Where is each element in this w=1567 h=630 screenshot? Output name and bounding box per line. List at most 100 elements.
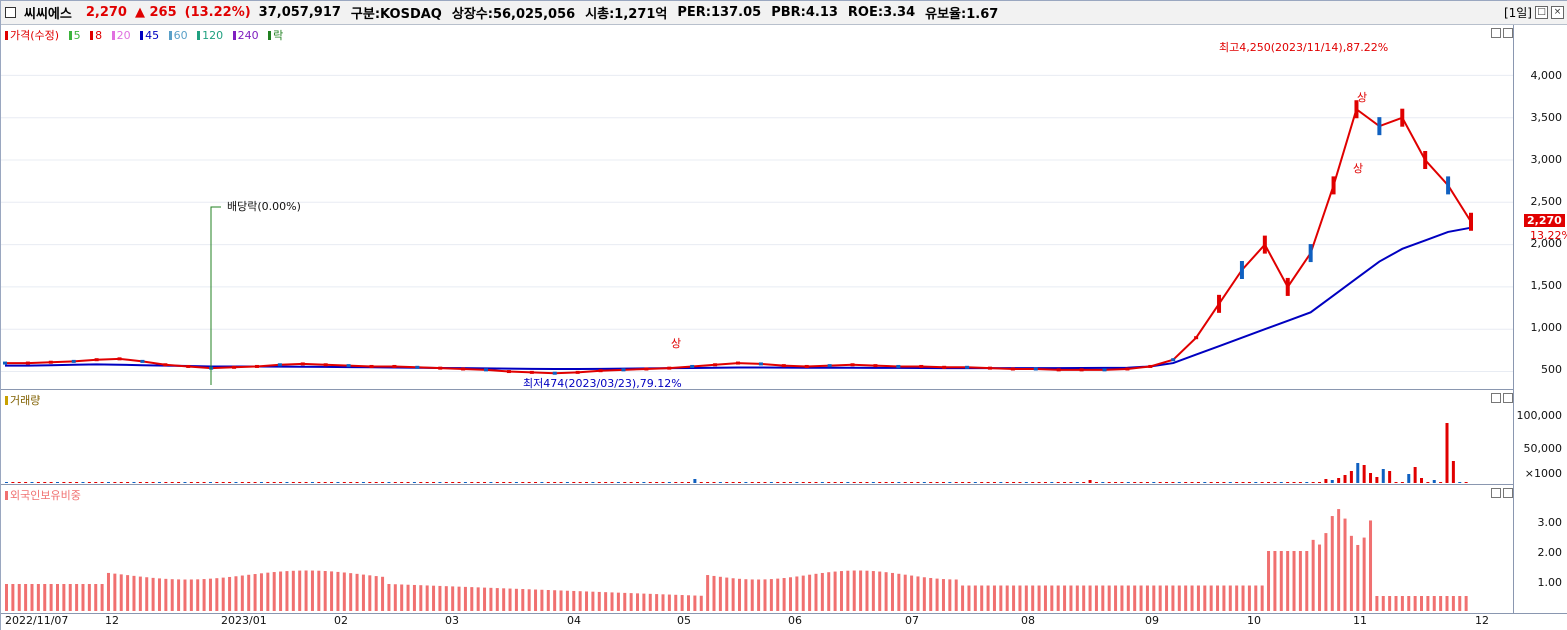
foreign-ratio-bar: [208, 578, 212, 611]
period-selector[interactable]: [1일]: [1504, 4, 1532, 21]
volume-bar: [534, 482, 538, 483]
volume-bar: [1043, 482, 1047, 483]
volume-plot[interactable]: [1, 390, 1513, 485]
foreign-ratio-bar: [336, 571, 340, 611]
foreign-ratio-bar: [228, 576, 232, 611]
volume-bar: [572, 482, 576, 483]
candle: [598, 369, 603, 373]
candle: [1148, 364, 1153, 368]
volume-bar: [578, 482, 582, 483]
volume-bar: [553, 482, 557, 483]
foreign-ratio-bar: [285, 571, 289, 611]
foreign-ratio-bar: [438, 585, 442, 611]
foreign-ratio-bar: [1043, 585, 1047, 611]
volume-bar: [706, 482, 710, 483]
foreign-ratio-bar: [177, 579, 181, 611]
volume-bar: [393, 482, 397, 483]
foreign-ratio-bar: [642, 593, 646, 611]
volume-bar: [725, 482, 729, 483]
foreign-ratio-bar: [585, 591, 589, 611]
foreign-ratio-bar: [1133, 585, 1137, 611]
volume-bar: [374, 482, 378, 483]
ma45-line: [5, 226, 1472, 370]
candle: [644, 367, 649, 371]
candle: [1446, 176, 1451, 195]
price-y-axis[interactable]: 4,000 3,500 3,000 2,500 2,000 1,500 1,00…: [1513, 25, 1567, 390]
foreign-ratio-bar: [680, 595, 684, 611]
volume-bar: [183, 482, 187, 483]
y-tick: 1,000: [1530, 321, 1563, 334]
volume-bar: [170, 482, 174, 483]
volume-bar: [272, 482, 276, 483]
foreign-ratio-bar: [852, 570, 856, 611]
foreign-ratio-bar: [1286, 551, 1290, 611]
volume-bar: [1286, 482, 1290, 483]
volume-bar: [1369, 473, 1373, 483]
candle: [48, 360, 53, 364]
candle: [71, 359, 76, 363]
volume-bar: [827, 482, 831, 483]
current-price-tag: 2,270: [1524, 214, 1565, 227]
candle: [1194, 336, 1199, 340]
foreign-plot[interactable]: [1, 485, 1513, 613]
foreign-y-axis[interactable]: 3.00 2.00 1.00: [1513, 485, 1567, 613]
candle: [1125, 367, 1130, 371]
price-change: ▲ 265: [134, 5, 177, 20]
volume-bar: [629, 482, 633, 483]
x-tick: 05: [677, 614, 691, 627]
candle: [300, 362, 305, 366]
volume-bar: [903, 482, 907, 483]
volume-bar: [208, 482, 212, 483]
volume-bar: [674, 482, 678, 483]
foreign-ratio-bar: [514, 588, 518, 611]
volume-y-axis[interactable]: 100,000 50,000 ×1000: [1513, 390, 1567, 485]
volume-bar: [94, 482, 98, 483]
volume-bar: [636, 482, 640, 483]
volume-bar: [782, 482, 786, 483]
x-axis[interactable]: 2022/11/07 12 2023/01 02 03 04 05 06 07 …: [1, 613, 1567, 630]
foreign-ratio-bar: [725, 577, 729, 611]
candle: [1469, 212, 1473, 231]
foreign-ratio-bar: [1037, 585, 1041, 611]
close-icon[interactable]: ×: [1551, 6, 1564, 19]
volume-bar: [87, 482, 91, 483]
volume-bar: [1267, 482, 1271, 483]
volume-bar: [266, 482, 270, 483]
foreign-ratio-bar: [1337, 509, 1341, 611]
foreign-ratio-bar: [948, 579, 952, 611]
foreign-ratio-bar: [661, 594, 665, 611]
volume-bar: [1184, 482, 1188, 483]
volume-pane[interactable]: 거래량: [1, 390, 1513, 485]
foreign-ratio-bar: [935, 578, 939, 611]
volume-bar: [1120, 482, 1124, 483]
foreign-ratio-bar: [94, 584, 98, 611]
candle: [713, 363, 718, 367]
foreign-ratio-bar: [999, 585, 1003, 611]
stock-name[interactable]: 씨씨에스: [24, 3, 72, 22]
candle: [850, 363, 855, 367]
select-checkbox[interactable]: [5, 7, 16, 18]
price-pane[interactable]: 가격(수정) 5 8 20 45 60 120 240 락 최고4,250(20…: [1, 25, 1513, 390]
foreign-ratio-bar: [1158, 585, 1162, 611]
volume-bar: [1458, 482, 1462, 483]
volume-bar: [1107, 482, 1111, 483]
foreign-ratio-bar: [342, 572, 346, 611]
volume-bar: [718, 482, 722, 483]
maximize-icon[interactable]: □: [1535, 6, 1548, 19]
foreign-ratio-bar: [145, 577, 149, 611]
foreign-ratio-bar: [814, 573, 818, 611]
foreign-ownership-pane[interactable]: 외국인보유비중: [1, 485, 1513, 613]
foreign-ratio-bar: [674, 594, 678, 611]
volume-bar: [438, 482, 442, 483]
volume-bar: [470, 482, 474, 483]
volume-bar: [954, 482, 958, 483]
foreign-ratio-bar: [878, 571, 882, 611]
foreign-ratio-bar: [795, 576, 799, 611]
volume-bar: [795, 482, 799, 483]
x-tick: 08: [1021, 614, 1035, 627]
foreign-ratio-bar: [980, 585, 984, 611]
volume-bar: [1420, 478, 1424, 483]
foreign-ratio-bar: [1305, 551, 1309, 611]
foreign-ratio-bar: [941, 579, 945, 611]
volume-bar: [642, 482, 646, 483]
